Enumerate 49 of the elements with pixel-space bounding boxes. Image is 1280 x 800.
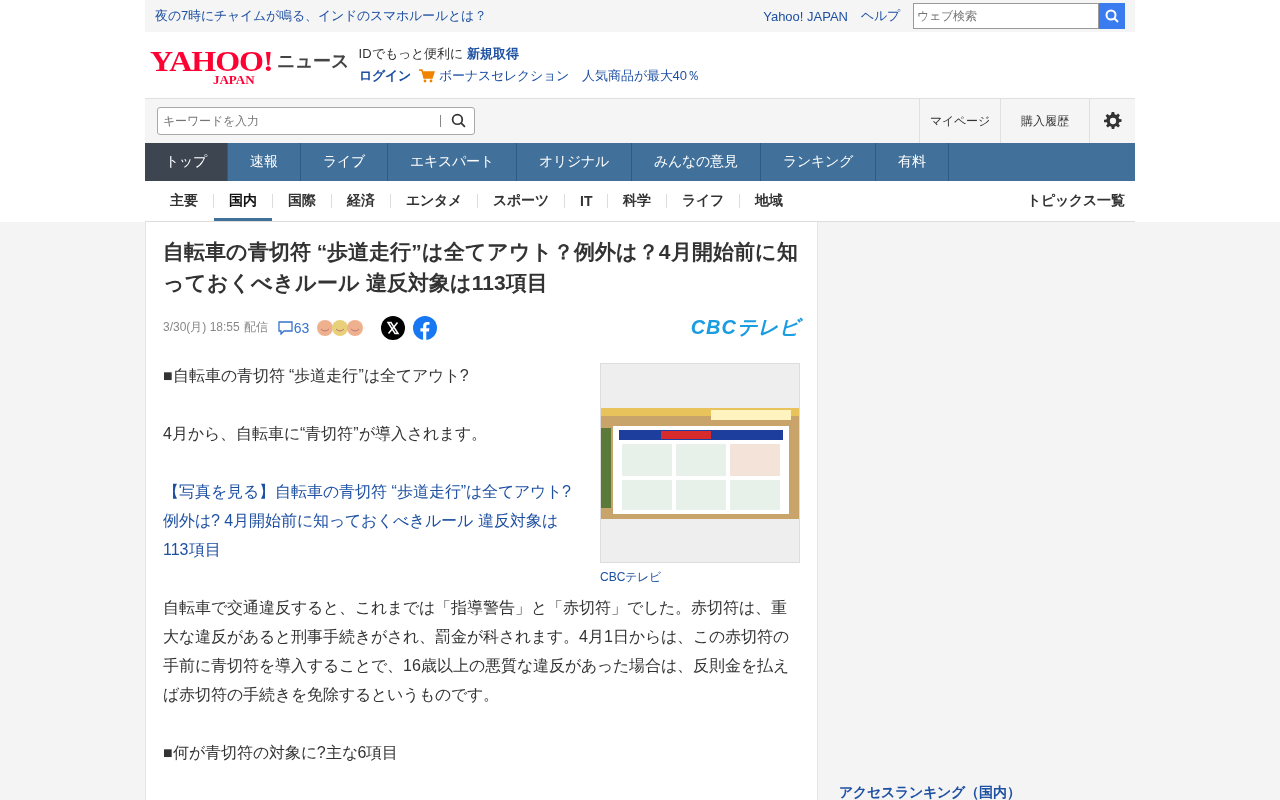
category-tab[interactable]: スポーツ: [478, 181, 564, 221]
article-title: 自転車の青切符 “歩道走行”は全てアウト？例外は？4月開始前に知っておくべきルール 違反対象は113項目: [163, 239, 799, 296]
headline-link[interactable]: 夜の7時にチャイムが鳴る、インドのスマホルールとは？: [155, 7, 488, 25]
nav-tab[interactable]: エキスパート: [388, 143, 517, 181]
comments-link[interactable]: 63: [277, 319, 310, 336]
x-share-icon[interactable]: [381, 315, 406, 340]
cart-icon: [418, 69, 435, 83]
header-link[interactable]: Yahoo! JAPAN: [763, 8, 848, 24]
signup-link[interactable]: 新規取得: [466, 45, 519, 63]
category-tab[interactable]: IT: [565, 181, 608, 221]
nav-tab[interactable]: みんなの意見: [632, 143, 761, 181]
category-tab[interactable]: エンタメ: [391, 181, 477, 221]
nav-tab[interactable]: トップ: [145, 143, 228, 181]
login-link[interactable]: ログイン: [358, 67, 411, 85]
promo-text: IDでもっと便利に: [358, 45, 463, 63]
photo-link[interactable]: 【写真を見る】自転車の青切符 “歩道走行”は全てアウト?例外は? 4月開始前に知っておくべきルール 違反対象は113項目: [163, 477, 800, 564]
category-tab[interactable]: 主要: [155, 181, 213, 221]
service-name: ニュース: [276, 49, 349, 73]
reaction-faces-icon[interactable]: [317, 318, 366, 337]
article-paragraph: 自転車で交通違反すると、これまでは「指導警告」と「赤切符」でした。赤切符は、重大な違反があると刑事手続きがされ、罰金が科されます。4月1日からは、この赤切符の手前に青切符を導入することで、16歳以上の悪質な違反があった場合は、反則金を払えば赤切符の手続きを免除するというものです。: [163, 598, 790, 705]
topics-link[interactable]: トピックス一覧: [1027, 192, 1125, 210]
nav-tab[interactable]: ランキング: [761, 143, 876, 181]
article-paragraph: 4月から、自転車に“青切符”が導入されます。: [163, 424, 488, 444]
keyword-search-field[interactable]: キーワードを入力: [157, 107, 475, 135]
search-button[interactable]: [1099, 3, 1125, 29]
nav-tab[interactable]: ライブ: [301, 143, 388, 181]
settings-icon[interactable]: [1103, 112, 1122, 130]
photo-caption[interactable]: CBCテレビ: [600, 569, 662, 585]
header-link[interactable]: ヘルプ: [861, 7, 900, 25]
category-tab[interactable]: 地域: [740, 181, 799, 221]
nav-tab[interactable]: 速報: [228, 143, 301, 181]
logo-subtext: JAPAN: [212, 72, 255, 86]
ranking-heading: アクセスランキング（国内）: [835, 784, 1135, 800]
nav-tab[interactable]: オリジナル: [517, 143, 632, 181]
facebook-share-icon[interactable]: [413, 315, 438, 340]
article-paragraph: ■何が青切符の対象に?主な6項目: [163, 743, 400, 763]
search-icon: [1105, 9, 1119, 23]
search-icon[interactable]: [451, 113, 466, 128]
category-tab[interactable]: ライフ: [667, 181, 740, 221]
article-paragraph: ■自転車の青切符 “歩道走行”は全てアウト?: [163, 366, 470, 386]
promo-link[interactable]: ボーナスセレクション 人気商品が最大40％: [438, 67, 701, 85]
category-tab[interactable]: 経済: [332, 181, 390, 221]
publish-date: 3/30(月) 18:55: [163, 319, 240, 336]
logo-text: YAHOO!: [150, 46, 273, 75]
category-tab[interactable]: 国際: [273, 181, 331, 221]
delivered-label: 配信: [243, 319, 268, 336]
category-tab[interactable]: 科学: [608, 181, 667, 221]
nav-tab[interactable]: 有料: [876, 143, 949, 181]
web-search-field[interactable]: ウェブ検索: [913, 3, 1099, 29]
